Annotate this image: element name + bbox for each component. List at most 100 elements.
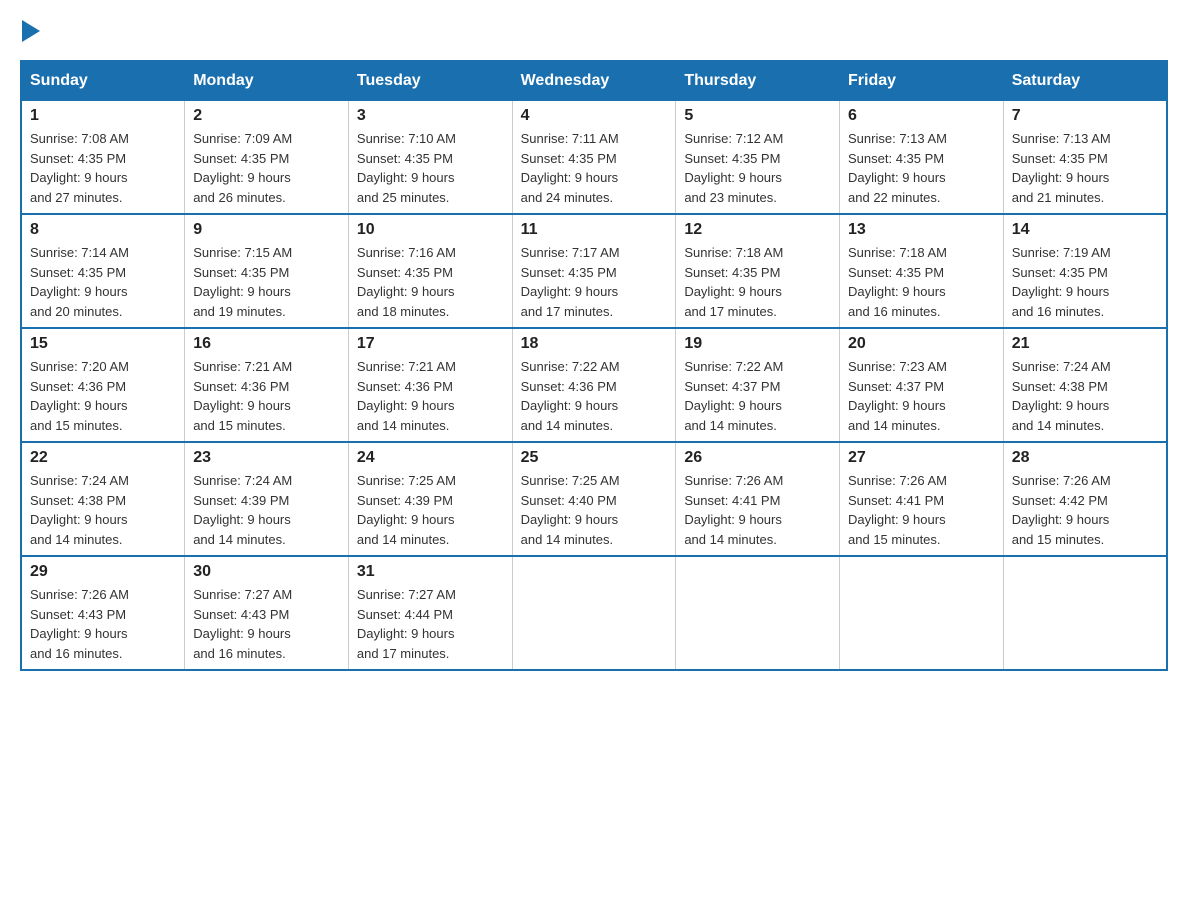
day-info: Sunrise: 7:21 AM Sunset: 4:36 PM Dayligh… bbox=[357, 359, 456, 433]
day-number: 27 bbox=[848, 449, 995, 467]
calendar-cell: 2 Sunrise: 7:09 AM Sunset: 4:35 PM Dayli… bbox=[185, 101, 349, 215]
day-number: 3 bbox=[357, 107, 504, 125]
day-number: 16 bbox=[193, 335, 340, 353]
day-info: Sunrise: 7:13 AM Sunset: 4:35 PM Dayligh… bbox=[848, 131, 947, 205]
day-number: 22 bbox=[30, 449, 176, 467]
calendar-cell: 12 Sunrise: 7:18 AM Sunset: 4:35 PM Dayl… bbox=[676, 214, 840, 328]
day-info: Sunrise: 7:24 AM Sunset: 4:39 PM Dayligh… bbox=[193, 473, 292, 547]
day-number: 9 bbox=[193, 221, 340, 239]
day-info: Sunrise: 7:20 AM Sunset: 4:36 PM Dayligh… bbox=[30, 359, 129, 433]
day-number: 12 bbox=[684, 221, 831, 239]
day-info: Sunrise: 7:15 AM Sunset: 4:35 PM Dayligh… bbox=[193, 245, 292, 319]
calendar-cell: 18 Sunrise: 7:22 AM Sunset: 4:36 PM Dayl… bbox=[512, 328, 676, 442]
calendar-day-header-thursday: Thursday bbox=[676, 61, 840, 101]
calendar-day-header-sunday: Sunday bbox=[21, 61, 185, 101]
calendar-week-row: 15 Sunrise: 7:20 AM Sunset: 4:36 PM Dayl… bbox=[21, 328, 1167, 442]
day-info: Sunrise: 7:18 AM Sunset: 4:35 PM Dayligh… bbox=[684, 245, 783, 319]
calendar-week-row: 1 Sunrise: 7:08 AM Sunset: 4:35 PM Dayli… bbox=[21, 101, 1167, 215]
day-info: Sunrise: 7:26 AM Sunset: 4:41 PM Dayligh… bbox=[684, 473, 783, 547]
calendar-header-row: SundayMondayTuesdayWednesdayThursdayFrid… bbox=[21, 61, 1167, 101]
day-info: Sunrise: 7:17 AM Sunset: 4:35 PM Dayligh… bbox=[521, 245, 620, 319]
calendar-cell: 30 Sunrise: 7:27 AM Sunset: 4:43 PM Dayl… bbox=[185, 556, 349, 670]
calendar-cell: 4 Sunrise: 7:11 AM Sunset: 4:35 PM Dayli… bbox=[512, 101, 676, 215]
day-info: Sunrise: 7:19 AM Sunset: 4:35 PM Dayligh… bbox=[1012, 245, 1111, 319]
day-info: Sunrise: 7:27 AM Sunset: 4:44 PM Dayligh… bbox=[357, 587, 456, 661]
calendar-cell: 24 Sunrise: 7:25 AM Sunset: 4:39 PM Dayl… bbox=[348, 442, 512, 556]
calendar-cell: 25 Sunrise: 7:25 AM Sunset: 4:40 PM Dayl… bbox=[512, 442, 676, 556]
logo-arrow-icon bbox=[22, 20, 40, 42]
day-info: Sunrise: 7:27 AM Sunset: 4:43 PM Dayligh… bbox=[193, 587, 292, 661]
day-number: 31 bbox=[357, 563, 504, 581]
day-number: 28 bbox=[1012, 449, 1158, 467]
calendar-cell: 14 Sunrise: 7:19 AM Sunset: 4:35 PM Dayl… bbox=[1003, 214, 1167, 328]
calendar-cell: 22 Sunrise: 7:24 AM Sunset: 4:38 PM Dayl… bbox=[21, 442, 185, 556]
day-number: 30 bbox=[193, 563, 340, 581]
calendar-cell: 9 Sunrise: 7:15 AM Sunset: 4:35 PM Dayli… bbox=[185, 214, 349, 328]
calendar-cell bbox=[676, 556, 840, 670]
calendar-cell: 8 Sunrise: 7:14 AM Sunset: 4:35 PM Dayli… bbox=[21, 214, 185, 328]
day-info: Sunrise: 7:22 AM Sunset: 4:37 PM Dayligh… bbox=[684, 359, 783, 433]
day-number: 4 bbox=[521, 107, 668, 125]
calendar-week-row: 29 Sunrise: 7:26 AM Sunset: 4:43 PM Dayl… bbox=[21, 556, 1167, 670]
calendar-cell: 20 Sunrise: 7:23 AM Sunset: 4:37 PM Dayl… bbox=[840, 328, 1004, 442]
day-number: 5 bbox=[684, 107, 831, 125]
calendar-cell: 28 Sunrise: 7:26 AM Sunset: 4:42 PM Dayl… bbox=[1003, 442, 1167, 556]
calendar-day-header-friday: Friday bbox=[840, 61, 1004, 101]
calendar-cell: 7 Sunrise: 7:13 AM Sunset: 4:35 PM Dayli… bbox=[1003, 101, 1167, 215]
day-number: 17 bbox=[357, 335, 504, 353]
day-info: Sunrise: 7:16 AM Sunset: 4:35 PM Dayligh… bbox=[357, 245, 456, 319]
calendar-cell bbox=[512, 556, 676, 670]
logo bbox=[20, 20, 40, 40]
calendar-day-header-saturday: Saturday bbox=[1003, 61, 1167, 101]
day-info: Sunrise: 7:10 AM Sunset: 4:35 PM Dayligh… bbox=[357, 131, 456, 205]
day-info: Sunrise: 7:25 AM Sunset: 4:40 PM Dayligh… bbox=[521, 473, 620, 547]
day-number: 25 bbox=[521, 449, 668, 467]
day-number: 20 bbox=[848, 335, 995, 353]
day-info: Sunrise: 7:22 AM Sunset: 4:36 PM Dayligh… bbox=[521, 359, 620, 433]
day-number: 2 bbox=[193, 107, 340, 125]
calendar-cell: 1 Sunrise: 7:08 AM Sunset: 4:35 PM Dayli… bbox=[21, 101, 185, 215]
calendar-table: SundayMondayTuesdayWednesdayThursdayFrid… bbox=[20, 60, 1168, 671]
day-info: Sunrise: 7:18 AM Sunset: 4:35 PM Dayligh… bbox=[848, 245, 947, 319]
calendar-day-header-monday: Monday bbox=[185, 61, 349, 101]
day-number: 18 bbox=[521, 335, 668, 353]
day-info: Sunrise: 7:21 AM Sunset: 4:36 PM Dayligh… bbox=[193, 359, 292, 433]
calendar-week-row: 8 Sunrise: 7:14 AM Sunset: 4:35 PM Dayli… bbox=[21, 214, 1167, 328]
day-info: Sunrise: 7:26 AM Sunset: 4:42 PM Dayligh… bbox=[1012, 473, 1111, 547]
day-info: Sunrise: 7:26 AM Sunset: 4:41 PM Dayligh… bbox=[848, 473, 947, 547]
day-number: 8 bbox=[30, 221, 176, 239]
day-info: Sunrise: 7:25 AM Sunset: 4:39 PM Dayligh… bbox=[357, 473, 456, 547]
calendar-cell: 6 Sunrise: 7:13 AM Sunset: 4:35 PM Dayli… bbox=[840, 101, 1004, 215]
calendar-cell: 29 Sunrise: 7:26 AM Sunset: 4:43 PM Dayl… bbox=[21, 556, 185, 670]
day-info: Sunrise: 7:24 AM Sunset: 4:38 PM Dayligh… bbox=[30, 473, 129, 547]
day-info: Sunrise: 7:13 AM Sunset: 4:35 PM Dayligh… bbox=[1012, 131, 1111, 205]
calendar-cell bbox=[840, 556, 1004, 670]
calendar-cell: 3 Sunrise: 7:10 AM Sunset: 4:35 PM Dayli… bbox=[348, 101, 512, 215]
calendar-cell: 11 Sunrise: 7:17 AM Sunset: 4:35 PM Dayl… bbox=[512, 214, 676, 328]
day-number: 15 bbox=[30, 335, 176, 353]
day-number: 1 bbox=[30, 107, 176, 125]
day-number: 23 bbox=[193, 449, 340, 467]
day-number: 6 bbox=[848, 107, 995, 125]
day-number: 26 bbox=[684, 449, 831, 467]
day-number: 11 bbox=[521, 221, 668, 239]
page-header bbox=[20, 20, 1168, 40]
day-number: 21 bbox=[1012, 335, 1158, 353]
calendar-cell: 10 Sunrise: 7:16 AM Sunset: 4:35 PM Dayl… bbox=[348, 214, 512, 328]
calendar-cell: 31 Sunrise: 7:27 AM Sunset: 4:44 PM Dayl… bbox=[348, 556, 512, 670]
day-info: Sunrise: 7:24 AM Sunset: 4:38 PM Dayligh… bbox=[1012, 359, 1111, 433]
calendar-cell: 13 Sunrise: 7:18 AM Sunset: 4:35 PM Dayl… bbox=[840, 214, 1004, 328]
calendar-cell: 27 Sunrise: 7:26 AM Sunset: 4:41 PM Dayl… bbox=[840, 442, 1004, 556]
day-info: Sunrise: 7:09 AM Sunset: 4:35 PM Dayligh… bbox=[193, 131, 292, 205]
day-info: Sunrise: 7:14 AM Sunset: 4:35 PM Dayligh… bbox=[30, 245, 129, 319]
day-info: Sunrise: 7:23 AM Sunset: 4:37 PM Dayligh… bbox=[848, 359, 947, 433]
calendar-cell: 16 Sunrise: 7:21 AM Sunset: 4:36 PM Dayl… bbox=[185, 328, 349, 442]
calendar-cell: 15 Sunrise: 7:20 AM Sunset: 4:36 PM Dayl… bbox=[21, 328, 185, 442]
day-info: Sunrise: 7:08 AM Sunset: 4:35 PM Dayligh… bbox=[30, 131, 129, 205]
day-number: 29 bbox=[30, 563, 176, 581]
day-info: Sunrise: 7:26 AM Sunset: 4:43 PM Dayligh… bbox=[30, 587, 129, 661]
day-number: 14 bbox=[1012, 221, 1158, 239]
day-number: 10 bbox=[357, 221, 504, 239]
calendar-cell: 26 Sunrise: 7:26 AM Sunset: 4:41 PM Dayl… bbox=[676, 442, 840, 556]
calendar-cell: 19 Sunrise: 7:22 AM Sunset: 4:37 PM Dayl… bbox=[676, 328, 840, 442]
